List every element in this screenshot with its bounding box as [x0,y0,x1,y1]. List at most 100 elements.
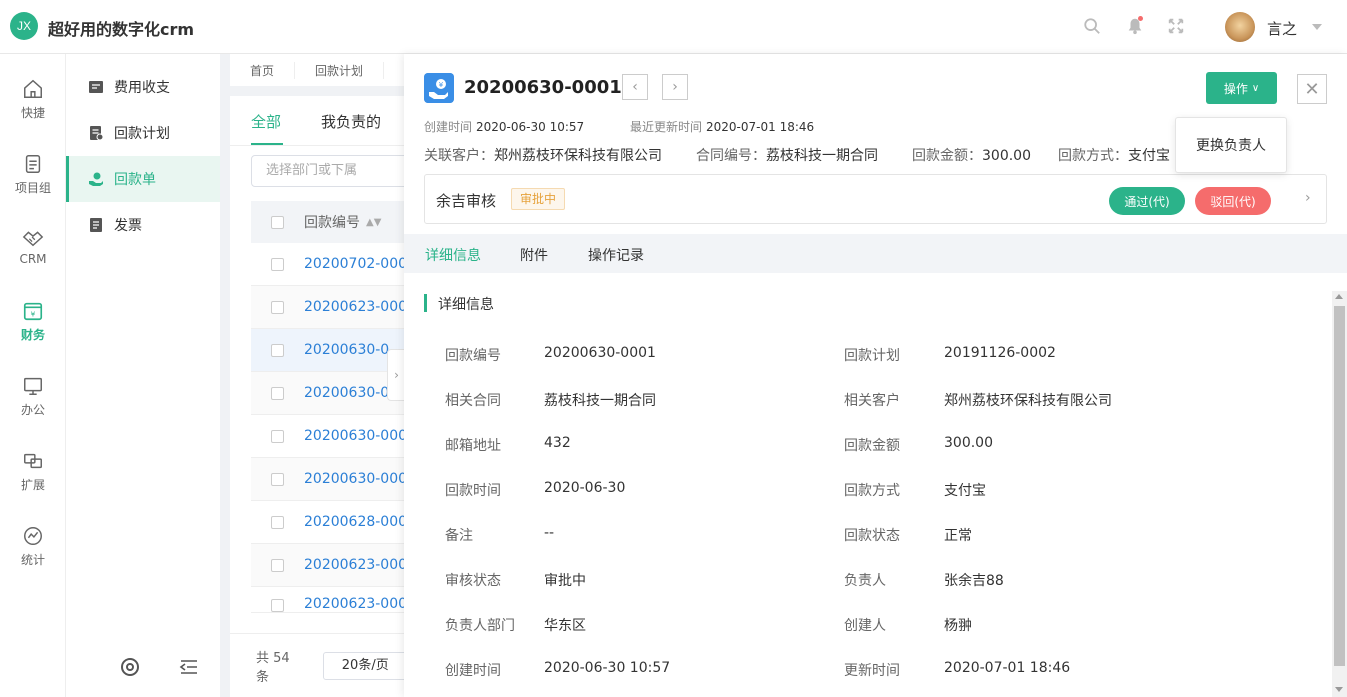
row-number[interactable]: 20200630-000 [304,471,407,487]
breadcrumb-plan[interactable]: 回款计划 [295,61,385,79]
row-checkbox[interactable] [271,558,284,572]
nav-item-quick[interactable]: 快捷 [0,78,66,138]
sort-icon[interactable]: ▲▼ [366,217,381,228]
row-checkbox[interactable] [271,472,284,486]
row-number[interactable]: 20200623-000 [304,299,407,315]
field-value: 华东区 [544,618,586,634]
expand-panel-button[interactable]: › [387,349,405,401]
tab-details[interactable]: 详细信息 [425,245,481,265]
reject-button[interactable]: 驳回(代) [1195,187,1271,215]
row-number[interactable]: 20200630-0 [304,385,389,401]
submenu-label: 回款单 [114,172,156,188]
receipt-icon [89,172,103,186]
row-checkbox[interactable] [271,386,284,400]
menu-item-change-owner[interactable]: 更换负责人 [1196,135,1266,155]
row-number[interactable]: 20200628-000 [304,514,407,530]
pager-total: 共 54 条 [256,650,290,685]
prev-record-button[interactable]: ‹ [622,74,648,100]
pagination: 共 54 条 20条/页 [230,633,410,697]
submenu-item-plan[interactable]: 回款计划 [66,110,220,156]
tab-mine[interactable]: 我负责的 [321,111,381,132]
row-checkbox[interactable] [271,300,284,314]
row-number[interactable]: 20200702-000 [304,256,407,272]
row-number[interactable]: 20200623-000 [304,596,407,612]
table-row[interactable]: 20200702-000 [251,243,411,286]
page-size-select[interactable]: 20条/页 [322,651,410,680]
table-row[interactable]: 20200623-000 [251,544,411,587]
nav-item-project[interactable]: 项目组 [0,153,66,213]
nav-item-extend[interactable]: 扩展 [0,450,66,510]
row-number[interactable]: 20200623-000 [304,557,407,573]
main-nav: 快捷 项目组 CRM ¥ 财务 办公 扩展 统计 [0,54,66,697]
tab-underline [251,143,283,145]
scroll-down-icon[interactable] [1335,687,1343,692]
table-row[interactable]: 20200630-000 [251,415,411,458]
row-checkbox[interactable] [271,599,284,612]
field-label: 回款计划 [844,348,900,364]
row-checkbox[interactable] [271,257,284,271]
settings-icon[interactable] [119,656,141,678]
nav-item-stats[interactable]: 统计 [0,525,66,585]
field-value: 支付宝 [944,483,986,499]
nav-item-finance[interactable]: ¥ 财务 [0,300,66,360]
submenu-item-receipt[interactable]: 回款单 [66,156,220,202]
operate-button[interactable]: 操作 ∨ [1206,72,1277,104]
scroll-thumb[interactable] [1334,306,1345,666]
search-icon[interactable] [1083,17,1101,35]
tab-attachments[interactable]: 附件 [520,245,548,265]
row-checkbox[interactable] [271,343,284,357]
operate-label: 操作 [1223,81,1248,96]
table-row[interactable]: 20200630-000 [251,458,411,501]
list-tabs: 全部 我负责的 [230,96,410,146]
field-value: 2020-07-01 18:46 [944,660,1071,676]
finance-submenu: 费用收支 回款计划 回款单 发票 [66,54,220,697]
close-button[interactable]: ✕ [1297,74,1327,104]
submenu-label: 发票 [114,218,142,234]
field-value: 正常 [944,528,972,544]
nav-label: 财务 [20,328,45,342]
field-value: 2020-06-30 [544,480,626,496]
nav-item-crm[interactable]: CRM [0,226,66,286]
username[interactable]: 言之 [1267,18,1297,39]
nav-label: 办公 [20,403,45,417]
pass-button[interactable]: 通过(代) [1109,187,1185,215]
app-logo[interactable]: JX [10,12,38,40]
avatar[interactable] [1225,12,1255,42]
select-all-checkbox[interactable] [271,215,284,229]
updated-label: 最近更新时间 [630,120,703,134]
chart-icon [24,527,42,545]
nav-label: 统计 [20,553,45,567]
chevron-right-icon[interactable]: › [1305,190,1311,206]
svg-text:¥: ¥ [31,310,36,319]
scrollbar[interactable] [1332,291,1347,697]
tab-all[interactable]: 全部 [251,111,281,132]
monitor-icon [24,377,42,395]
row-number[interactable]: 20200630-000 [304,428,407,444]
row-checkbox[interactable] [271,515,284,529]
chevron-down-icon[interactable] [1312,24,1322,30]
summary-value: 郑州荔枝环保科技有限公司 [494,148,662,164]
summary-label: 回款金额： [912,148,982,164]
created-meta: 创建时间 2020-06-30 10:57 [424,118,584,135]
submenu-item-expense[interactable]: 费用收支 [66,64,220,110]
nav-item-office[interactable]: 办公 [0,375,66,435]
dept-select[interactable]: 选择部门或下属 [251,155,421,187]
row-checkbox[interactable] [271,429,284,443]
column-header-number[interactable]: 回款编号 [304,212,360,232]
next-record-button[interactable]: › [662,74,688,100]
table-row[interactable]: 20200623-000 [251,286,411,329]
receipt-detail-panel: ¥ 20200630-0001 ‹ › 操作 ∨ ✕ 创建时间 2020-06-30… [404,54,1347,697]
collapse-menu-icon[interactable] [178,656,200,678]
row-number[interactable]: 20200630-0 [304,342,389,358]
table-row[interactable]: 20200628-000 [251,501,411,544]
submenu-item-invoice[interactable]: 发票 [66,202,220,248]
breadcrumb-home[interactable]: 首页 [230,61,296,79]
tab-operation-log[interactable]: 操作记录 [588,245,644,265]
table-row[interactable]: 20200623-000 [251,587,411,613]
top-header: JX 超好用的数字化crm 言之 [0,0,1347,54]
field-value: 300.00 [944,435,993,451]
field-value: 郑州荔枝环保科技有限公司 [944,393,1112,409]
fullscreen-icon[interactable] [1167,17,1185,35]
field-label: 邮箱地址 [445,438,501,454]
scroll-up-icon[interactable] [1335,294,1343,299]
